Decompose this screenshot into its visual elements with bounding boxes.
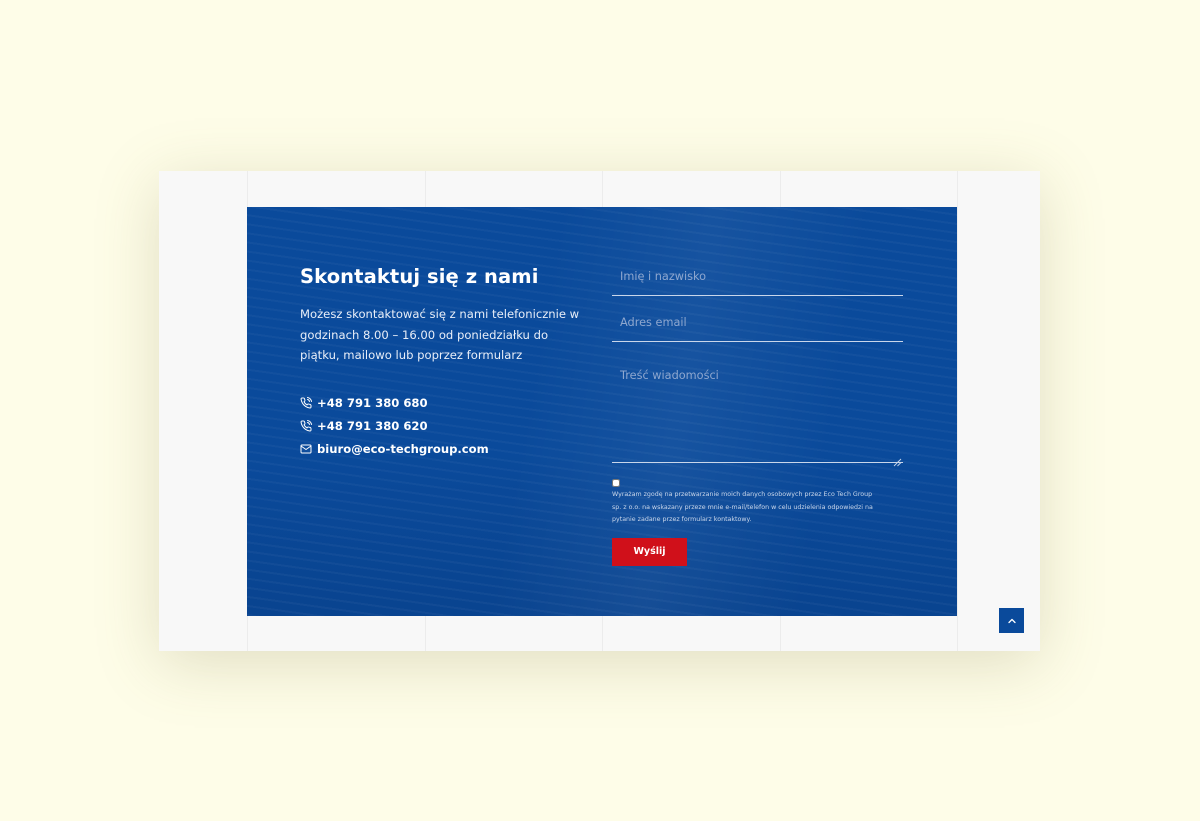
section-description: Możesz skontaktować się z nami telefonic…	[300, 307, 580, 362]
email-link[interactable]: biuro@eco-techgroup.com	[300, 438, 590, 461]
consent-checkbox[interactable]	[612, 479, 620, 487]
scroll-to-top-button[interactable]	[999, 608, 1024, 633]
email-address: biuro@eco-techgroup.com	[317, 442, 489, 456]
consent-block: Wyrażam zgodę na przetwarzanie moich dan…	[612, 479, 903, 527]
name-field-wrapper	[612, 263, 903, 296]
email-input[interactable]	[612, 309, 903, 341]
resize-handle-icon[interactable]	[893, 452, 902, 467]
contact-info: Skontaktuj się z nami Możesz skontaktowa…	[300, 263, 590, 461]
email-field-wrapper	[612, 309, 903, 342]
phone-icon	[300, 397, 312, 409]
phone-link-1[interactable]: +48 791 380 680	[300, 392, 590, 415]
phone-link-2[interactable]: +48 791 380 620	[300, 415, 590, 438]
message-field-wrapper	[612, 355, 903, 467]
name-input[interactable]	[612, 263, 903, 295]
contact-form: Wyrażam zgodę na przetwarzanie moich dan…	[612, 263, 903, 566]
page-frame: Skontaktuj się z nami Możesz skontaktowa…	[159, 171, 1040, 651]
phone-number-2: +48 791 380 620	[317, 419, 428, 433]
consent-label: Wyrażam zgodę na przetwarzanie moich dan…	[612, 491, 873, 524]
contact-list: +48 791 380 680 +48 791 380 620 biuro@ec…	[300, 392, 590, 461]
phone-number-1: +48 791 380 680	[317, 396, 428, 410]
envelope-icon	[300, 443, 312, 455]
section-title: Skontaktuj się z nami	[300, 265, 539, 288]
chevron-up-icon	[1007, 616, 1017, 626]
grid-line	[957, 171, 958, 651]
message-textarea[interactable]	[612, 355, 903, 462]
submit-button[interactable]: Wyślij	[612, 537, 687, 566]
contact-panel: Skontaktuj się z nami Możesz skontaktowa…	[247, 207, 957, 616]
phone-icon	[300, 420, 312, 432]
